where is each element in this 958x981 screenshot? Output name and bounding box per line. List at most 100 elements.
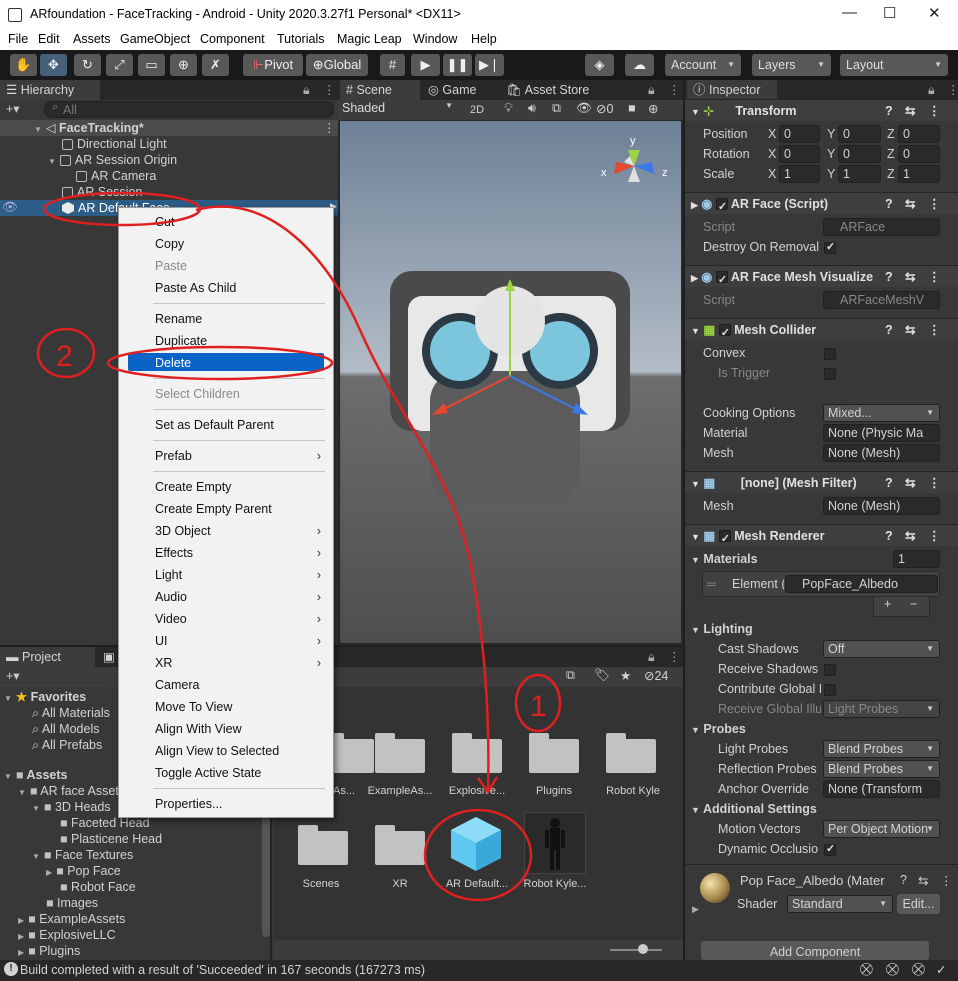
account-dropdown[interactable]: Account: [665, 54, 741, 76]
menu-item-create-empty[interactable]: Create Empty: [155, 480, 231, 494]
menu-item-audio[interactable]: Audio: [155, 590, 187, 604]
global-button[interactable]: ⊕Global: [306, 54, 368, 76]
hierarchy-item-directional-light[interactable]: Directional Light: [62, 136, 167, 152]
add-component-button[interactable]: Add Component: [701, 941, 929, 960]
add-icon[interactable]: +▾: [6, 101, 20, 116]
menu-item-create-empty-parent[interactable]: Create Empty Parent: [155, 502, 272, 516]
gizmos-icon[interactable]: ⊕: [648, 101, 658, 116]
enabled-checkbox[interactable]: [718, 322, 731, 344]
receive-shadows-checkbox[interactable]: [824, 664, 836, 676]
folder-item[interactable]: ■ Plasticene Head: [60, 831, 162, 847]
favorite-item[interactable]: ⌕ All Materials: [32, 705, 110, 721]
prefab-icon[interactable]: [449, 815, 503, 873]
add-element-icon[interactable]: +: [884, 597, 891, 611]
menu-item-3d-object[interactable]: 3D Object: [155, 524, 211, 538]
contribute-gi-checkbox[interactable]: [824, 684, 836, 696]
mesh-filter-header[interactable]: ▼ ▦ [none] (Mesh Filter)? ⇆ ⋮: [685, 471, 958, 493]
light-probes-dropdown[interactable]: Blend Probes: [823, 740, 940, 758]
scale-z-field[interactable]: 1: [898, 165, 940, 183]
more-icon[interactable]: ⋮: [668, 82, 681, 97]
enabled-checkbox[interactable]: [715, 269, 728, 291]
rotation-x-field[interactable]: 0: [779, 145, 820, 163]
folder-item[interactable]: ■ Images: [46, 895, 98, 911]
menu-item-light[interactable]: Light: [155, 568, 182, 582]
collab-icon[interactable]: ◈: [585, 54, 614, 76]
presets-icon[interactable]: ⇆: [918, 873, 928, 888]
favorites-row[interactable]: ▼ ★ Favorites: [4, 689, 86, 705]
probes-section[interactable]: ▼ Probes: [691, 722, 746, 736]
menu-item-toggle-active-state[interactable]: Toggle Active State: [155, 766, 261, 780]
menu-file[interactable]: File: [8, 32, 28, 46]
more-icon[interactable]: ⋮: [947, 82, 958, 97]
help-icon[interactable]: ?: [885, 525, 893, 547]
folder-item[interactable]: ▶ ■ Pop Face: [46, 863, 121, 879]
cooking-options-dropdown[interactable]: Mixed...: [823, 404, 940, 422]
scene-viewport[interactable]: y x z: [340, 121, 681, 643]
tab-project[interactable]: ▬ Project: [0, 647, 95, 667]
destroy-on-removal-checkbox[interactable]: [824, 240, 836, 254]
menu-help[interactable]: Help: [471, 32, 497, 46]
assets-row[interactable]: ▼ ■ Assets: [4, 767, 68, 783]
component-menu-icon[interactable]: ⋮: [928, 193, 941, 215]
menu-item-set-default-parent[interactable]: Set as Default Parent: [155, 418, 274, 432]
help-icon[interactable]: ?: [885, 472, 893, 494]
remove-element-icon[interactable]: −: [910, 597, 917, 611]
tab-scene[interactable]: # Scene: [340, 80, 420, 100]
tab-hierarchy[interactable]: ☰ Hierarchy: [0, 80, 100, 100]
menu-item-prefab[interactable]: Prefab: [155, 449, 192, 463]
menu-item-copy[interactable]: Copy: [155, 237, 184, 251]
presets-icon[interactable]: ⇆: [905, 525, 915, 547]
scene-menu-icon[interactable]: ⋮: [323, 120, 336, 135]
audio-icon[interactable]: 🔊︎: [528, 101, 536, 116]
additional-settings-section[interactable]: ▼ Additional Settings: [691, 802, 817, 816]
cloud-icon[interactable]: ☁: [625, 54, 654, 76]
collab-status-icon[interactable]: ⛒: [860, 962, 873, 977]
scene-gizmo-icon[interactable]: y x z: [594, 126, 674, 206]
move-tool-icon[interactable]: ✥: [40, 54, 67, 76]
more-icon[interactable]: ⋮: [668, 649, 681, 664]
menu-magic-leap[interactable]: Magic Leap: [337, 32, 402, 46]
transform-tool-icon[interactable]: ⊕: [170, 54, 197, 76]
add-icon[interactable]: +▾: [6, 668, 20, 683]
ar-face-header[interactable]: ▶ ◉ AR Face (Script)?⇆⋮: [685, 192, 958, 218]
folder-icon[interactable]: [606, 733, 656, 773]
mesh-collider-header[interactable]: ▼ ▦ Mesh Collider?⇆⋮: [685, 318, 958, 344]
folder-item[interactable]: ▶ ■ ExampleAssets: [18, 911, 125, 927]
motion-vectors-dropdown[interactable]: Per Object Motion: [823, 820, 940, 838]
menu-edit[interactable]: Edit: [38, 32, 60, 46]
enabled-checkbox[interactable]: [715, 196, 728, 218]
edit-shader-button[interactable]: Edit...: [897, 894, 940, 914]
scale-tool-icon[interactable]: ⤢: [106, 54, 133, 76]
anchor-override-field[interactable]: None (Transform: [823, 780, 940, 798]
lighting-section[interactable]: ▼ Lighting: [691, 622, 753, 636]
favorite-item[interactable]: ⌕ All Prefabs: [32, 737, 102, 753]
check-circle-icon[interactable]: ✓: [936, 962, 946, 977]
mesh-filter-field[interactable]: None (Mesh): [823, 497, 940, 515]
hierarchy-item-ar-camera[interactable]: AR Camera: [76, 168, 156, 184]
tab-game[interactable]: ◎ Game: [422, 80, 498, 100]
tab-inspector[interactable]: ⓘ Inspector: [687, 80, 777, 100]
menu-item-move-to-view[interactable]: Move To View: [155, 700, 232, 714]
menu-item-select-children[interactable]: Select Children: [155, 387, 240, 401]
folder-item[interactable]: ▼ ■ 3D Heads: [32, 799, 111, 815]
folder-item[interactable]: ▼ ■ Face Textures: [32, 847, 133, 863]
camera-settings-icon[interactable]: ■: [628, 101, 636, 115]
filter-label-icon[interactable]: 🏷︎: [594, 668, 610, 683]
convex-checkbox[interactable]: [824, 348, 836, 360]
close-icon[interactable]: ✕: [928, 4, 941, 22]
presets-icon[interactable]: ⇆: [905, 100, 915, 122]
drag-handle-icon[interactable]: ═: [707, 577, 716, 591]
filter-type-icon[interactable]: ⧉: [566, 668, 575, 683]
menu-item-paste[interactable]: Paste: [155, 259, 187, 273]
menu-item-ui[interactable]: UI: [155, 634, 168, 648]
menu-assets[interactable]: Assets: [73, 32, 111, 46]
zoom-slider-handle[interactable]: [638, 944, 648, 954]
dynamic-occlusion-checkbox[interactable]: [824, 842, 836, 856]
grid-snap-icon[interactable]: #: [380, 54, 405, 76]
physic-material-field[interactable]: None (Physic Ma: [823, 424, 940, 442]
transform-header[interactable]: ▼ ⊹ Transform? ⇆ ⋮: [685, 99, 958, 121]
scene-root-row[interactable]: ▼ ◁ FaceTracking*: [34, 120, 144, 136]
mode-2d-button[interactable]: 2D: [470, 101, 494, 119]
folder-icon[interactable]: [529, 733, 579, 773]
folder-icon[interactable]: [298, 825, 348, 865]
